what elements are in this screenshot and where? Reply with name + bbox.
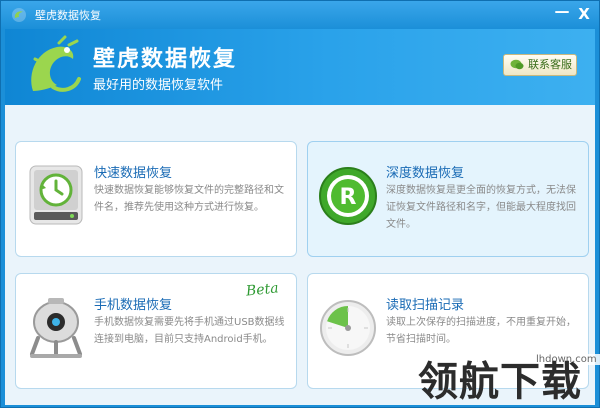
hard-drive-clock-icon: [29, 165, 83, 225]
phone-recovery-card[interactable]: 手机数据恢复 Beta 手机数据恢复需要先将手机通过USB数据线连接到电脑，目前…: [15, 273, 297, 389]
card-description: 快速数据恢复能够恢复文件的完整路径和文件名，推荐先使用这种方式进行恢复。: [94, 185, 284, 213]
card-description: 读取上次保存的扫描进度，不用重复开始，节省扫描时间。: [386, 317, 576, 345]
card-title: 手机数据恢复: [94, 298, 173, 313]
contact-support-label: 联系客服: [528, 58, 572, 71]
card-title: 读取扫描记录: [386, 298, 465, 313]
card-description: 深度数据恢复是更全面的恢复方式，无法保证恢复文件路径和名字，但能最大程度找回文件…: [386, 185, 576, 230]
green-r-disc-icon: R: [319, 167, 377, 225]
app-header: 壁虎数据恢复 最好用的数据恢复软件 联系客服: [5, 29, 595, 105]
card-title: 深度数据恢复: [386, 166, 465, 181]
title-bar[interactable]: 壁虎数据恢复 — X: [1, 1, 599, 29]
card-description: 手机数据恢复需要先将手机通过USB数据线连接到电脑，目前只支持Android手机…: [94, 317, 285, 345]
app-window: 壁虎数据恢复 — X 壁虎数据恢复 最好用的数据恢复软件 联系客服 快速数据恢复…: [0, 0, 600, 408]
minimize-button[interactable]: —: [552, 1, 572, 21]
watermark-logo-text: 领航下载: [418, 359, 582, 405]
contact-support-button[interactable]: 联系客服: [503, 54, 577, 76]
card-title: 快速数据恢复: [94, 166, 173, 181]
beta-badge: Beta: [245, 280, 280, 300]
gecko-app-icon: [12, 8, 26, 22]
gecko-logo-icon: [31, 35, 81, 92]
quick-recovery-card[interactable]: 快速数据恢复 快速数据恢复能够恢复文件的完整路径和文件名，推荐先使用这种方式进行…: [15, 141, 297, 257]
deep-recovery-card[interactable]: R 深度数据恢复 深度数据恢复是更全面的恢复方式，无法保证恢复文件路径和名字，但…: [307, 141, 589, 257]
svg-text:R: R: [340, 185, 357, 210]
robot-icon: [30, 298, 82, 358]
brand-subtitle: 最好用的数据恢复软件: [93, 78, 224, 93]
close-button[interactable]: X: [574, 4, 594, 24]
brand-title: 壁虎数据恢复: [93, 47, 238, 72]
chat-bubble-icon: [510, 59, 524, 70]
window-title: 壁虎数据恢复: [35, 9, 101, 22]
scan-dial-icon: [320, 300, 376, 356]
